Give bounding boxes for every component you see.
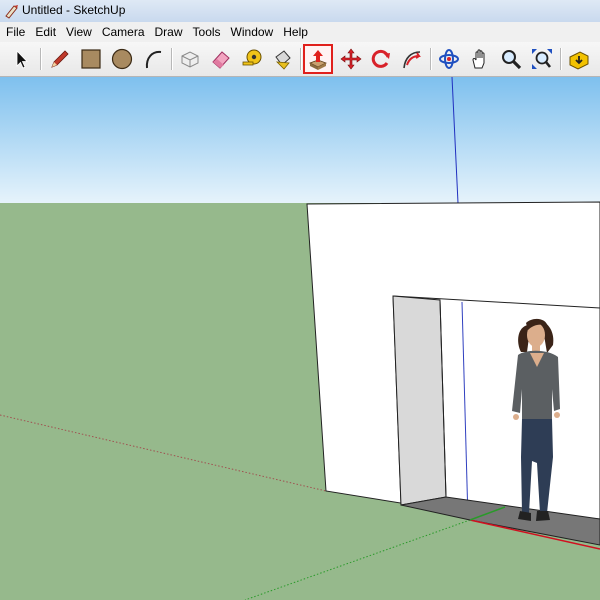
rectangle-tool-button[interactable] xyxy=(78,46,104,72)
follow-me-tool-button[interactable] xyxy=(399,46,425,72)
select-tool-button[interactable] xyxy=(8,46,34,72)
3d-viewport[interactable] xyxy=(0,77,600,600)
push-pull-icon xyxy=(309,50,327,70)
door-jamb xyxy=(392,295,447,506)
menu-window[interactable]: Window xyxy=(231,22,280,39)
toolbar-separator xyxy=(430,48,432,70)
menu-file[interactable]: File xyxy=(6,22,31,39)
zoom-extents-tool-button[interactable] xyxy=(529,46,555,72)
menu-draw[interactable]: Draw xyxy=(155,22,189,39)
arrow-cursor-icon xyxy=(16,50,28,69)
move-icon xyxy=(340,48,362,70)
tape-measure-icon xyxy=(242,49,262,66)
paint-bucket-tool-button[interactable] xyxy=(270,46,296,72)
magnifier-icon xyxy=(502,50,522,70)
arc-icon xyxy=(145,50,162,69)
menu-tools[interactable]: Tools xyxy=(193,22,227,39)
zoom-extents-icon xyxy=(532,49,552,69)
title-bar: Untitled - SketchUp xyxy=(0,0,600,23)
warehouse-icon xyxy=(569,51,589,70)
menu-edit[interactable]: Edit xyxy=(35,22,62,39)
toolbar-separator xyxy=(300,48,302,70)
menu-help[interactable]: Help xyxy=(283,22,314,39)
move-tool-button[interactable] xyxy=(338,46,364,72)
hand-icon xyxy=(472,49,485,69)
sketchup-app-icon[interactable] xyxy=(4,3,20,19)
circle-tool-button[interactable] xyxy=(109,46,135,72)
toolbar-separator xyxy=(560,48,562,70)
menu-bar: File Edit View Camera Draw Tools Window … xyxy=(0,22,600,43)
main-toolbar xyxy=(0,42,600,77)
menu-camera[interactable]: Camera xyxy=(102,22,151,39)
make-component-tool-button[interactable] xyxy=(177,46,203,72)
sky xyxy=(0,77,600,203)
orbit-icon xyxy=(439,49,459,69)
toolbar-separator xyxy=(40,48,42,70)
circle-icon xyxy=(111,48,133,70)
menu-view[interactable]: View xyxy=(66,22,98,39)
rectangle-icon xyxy=(81,49,101,69)
warehouse-tool-button[interactable] xyxy=(566,46,592,72)
paint-bucket-icon xyxy=(275,50,291,70)
window-title: Untitled - SketchUp xyxy=(22,3,126,17)
arc-tool-button[interactable] xyxy=(140,46,166,72)
rotate-tool-button[interactable] xyxy=(368,46,394,72)
zoom-tool-button[interactable] xyxy=(498,46,524,72)
line-tool-button[interactable] xyxy=(47,46,73,72)
pencil-icon xyxy=(51,50,69,68)
follow-me-icon xyxy=(403,51,421,69)
scene-canvas[interactable] xyxy=(0,77,600,600)
eraser-icon xyxy=(212,51,230,69)
push-pull-tool-button[interactable] xyxy=(303,44,333,74)
component-icon xyxy=(181,51,199,68)
rotate-icon xyxy=(371,49,390,68)
toolbar-separator xyxy=(171,48,173,70)
pan-tool-button[interactable] xyxy=(467,46,493,72)
eraser-tool-button[interactable] xyxy=(208,46,234,72)
tape-measure-tool-button[interactable] xyxy=(239,46,265,72)
orbit-tool-button[interactable] xyxy=(436,46,462,72)
